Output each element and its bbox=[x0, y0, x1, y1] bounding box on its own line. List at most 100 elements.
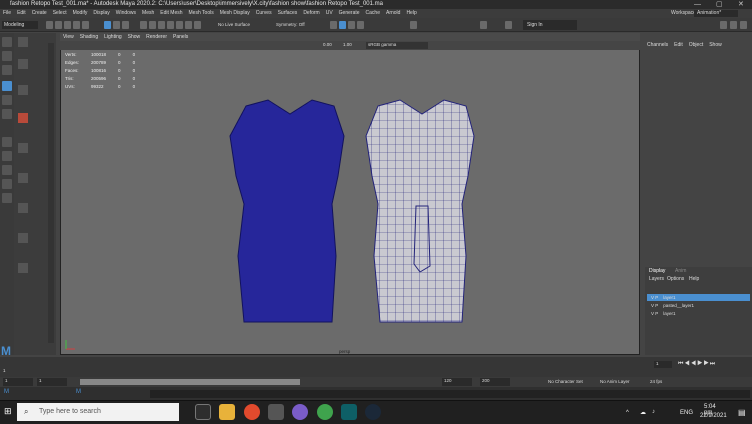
layer-row[interactable]: V P layer1 bbox=[647, 294, 750, 301]
volume-icon[interactable]: ♪ bbox=[652, 409, 655, 415]
language-indicator[interactable]: ENG bbox=[680, 410, 693, 416]
anim-layer-dropdown[interactable]: No Anim Layer bbox=[600, 379, 630, 384]
hypershade-icon[interactable] bbox=[357, 21, 364, 29]
snap-surface-icon[interactable] bbox=[176, 21, 183, 29]
coord-x-field[interactable] bbox=[480, 21, 487, 29]
menu-windows[interactable]: Windows bbox=[113, 10, 139, 16]
layer-playback[interactable]: P bbox=[655, 295, 658, 300]
select-by-hierarchy-icon[interactable] bbox=[104, 21, 111, 29]
layer-visibility[interactable]: V bbox=[651, 295, 654, 300]
undo-icon[interactable] bbox=[73, 21, 80, 29]
tray-chevron-icon[interactable]: ^ bbox=[626, 410, 629, 416]
layer-row[interactable]: V P layer1 bbox=[647, 310, 750, 317]
minimize-button[interactable]: — bbox=[694, 0, 701, 9]
snap-grid-icon[interactable] bbox=[140, 21, 147, 29]
shelf-tool-5-icon[interactable] bbox=[18, 143, 28, 153]
menu-deform[interactable]: Deform bbox=[300, 10, 322, 16]
maximize-button[interactable]: ▢ bbox=[716, 0, 723, 9]
range-end-field[interactable]: 120 bbox=[442, 378, 472, 386]
sign-in-button[interactable]: Sign In bbox=[523, 20, 577, 30]
ipr-render-icon[interactable] bbox=[339, 21, 346, 29]
options-menu[interactable]: Options bbox=[667, 276, 684, 282]
shelf-tool-9-icon[interactable] bbox=[18, 263, 28, 273]
shelf-tool-1-icon[interactable] bbox=[18, 37, 28, 47]
tab-display[interactable]: Display bbox=[649, 268, 665, 274]
gamma-field[interactable]: 1.00 bbox=[343, 42, 352, 47]
symmetry-label[interactable]: Symmetry: Off bbox=[276, 22, 305, 27]
attribute-editor-icon[interactable] bbox=[730, 21, 737, 29]
chrome-icon[interactable] bbox=[244, 404, 260, 420]
snap-pivot-icon[interactable] bbox=[185, 21, 192, 29]
render-icon[interactable] bbox=[330, 21, 337, 29]
snap-curve-icon[interactable] bbox=[149, 21, 156, 29]
select-by-object-icon[interactable] bbox=[113, 21, 120, 29]
menu-surfaces[interactable]: Surfaces bbox=[275, 10, 301, 16]
single-view-icon[interactable] bbox=[2, 137, 12, 147]
open-scene-icon[interactable] bbox=[55, 21, 62, 29]
paint-select-icon[interactable] bbox=[2, 65, 12, 75]
fps-dropdown[interactable]: 24 fps bbox=[650, 379, 662, 384]
snap-point-icon[interactable] bbox=[158, 21, 165, 29]
workspace-dropdown[interactable]: Animation* bbox=[694, 10, 738, 17]
menu-curves[interactable]: Curves bbox=[253, 10, 275, 16]
shelf-tool-8-icon[interactable] bbox=[18, 233, 28, 243]
redo-icon[interactable] bbox=[82, 21, 89, 29]
layer-visibility[interactable]: V bbox=[651, 311, 654, 316]
maya-tab-icon-2[interactable]: M bbox=[76, 389, 81, 395]
persp-graph-icon[interactable] bbox=[2, 179, 12, 189]
shelf-tool-2-icon[interactable] bbox=[18, 59, 28, 69]
move-tool-icon[interactable] bbox=[2, 81, 12, 91]
menu-arnold[interactable]: Arnold bbox=[383, 10, 403, 16]
select-tool-icon[interactable] bbox=[2, 37, 12, 47]
photos-icon[interactable] bbox=[268, 404, 284, 420]
snap-view-icon[interactable] bbox=[167, 21, 174, 29]
layer-row[interactable]: V P pasted__layer1 bbox=[647, 302, 750, 309]
live-surface-label[interactable]: No Live Surface bbox=[218, 22, 250, 27]
menu-create[interactable]: Create bbox=[29, 10, 50, 16]
transform-mode-icon[interactable] bbox=[410, 21, 417, 29]
network-icon[interactable]: ☁ bbox=[640, 409, 646, 416]
vp-menu-view[interactable]: View bbox=[60, 34, 77, 40]
maya-tab-icon[interactable]: M bbox=[4, 389, 9, 395]
menu-help[interactable]: Help bbox=[403, 10, 419, 16]
vp-menu-shading[interactable]: Shading bbox=[77, 34, 101, 40]
playback-controls[interactable]: ⏮◀◀▶▶⏭ bbox=[678, 361, 716, 368]
anim-start-field[interactable]: 1 bbox=[3, 378, 33, 386]
maya-taskbar-icon[interactable] bbox=[341, 404, 357, 420]
outliner-icon[interactable] bbox=[2, 193, 12, 203]
new-scene-icon[interactable] bbox=[46, 21, 53, 29]
show-menu[interactable]: Show bbox=[706, 42, 725, 48]
shelf-tool-7-icon[interactable] bbox=[18, 203, 28, 213]
windows-start-icon[interactable]: ⊞ bbox=[4, 406, 14, 416]
save-scene-icon[interactable] bbox=[64, 21, 71, 29]
mel-input[interactable] bbox=[150, 390, 750, 398]
layer-playback[interactable]: P bbox=[655, 311, 658, 316]
menu-mesh-display[interactable]: Mesh Display bbox=[217, 10, 253, 16]
range-bar[interactable] bbox=[80, 379, 300, 385]
menu-mesh-tools[interactable]: Mesh Tools bbox=[186, 10, 217, 16]
clock-date[interactable]: 22/9/2021 bbox=[700, 413, 727, 419]
task-view-icon[interactable] bbox=[195, 404, 211, 420]
layer-visibility[interactable]: V bbox=[651, 303, 654, 308]
modeling-toolkit-icon[interactable] bbox=[720, 21, 727, 29]
shelf-tabs-strip[interactable] bbox=[48, 43, 54, 343]
object-menu[interactable]: Object bbox=[686, 42, 706, 48]
vp-menu-show[interactable]: Show bbox=[125, 34, 144, 40]
exposure-field[interactable]: 0.00 bbox=[323, 42, 332, 47]
time-slider[interactable]: 1 1 ⏮◀◀▶▶⏭ bbox=[0, 357, 752, 377]
menu-file[interactable]: File bbox=[0, 10, 14, 16]
menu-cache[interactable]: Cache bbox=[363, 10, 383, 16]
layer-playback[interactable]: P bbox=[655, 303, 658, 308]
range-start-field[interactable]: 1 bbox=[37, 378, 67, 386]
rotate-tool-icon[interactable] bbox=[2, 95, 12, 105]
taskbar-search-box[interactable]: ⌕ Type here to search bbox=[17, 403, 179, 421]
scale-tool-icon[interactable] bbox=[2, 109, 12, 119]
menu-select[interactable]: Select bbox=[50, 10, 70, 16]
color-space-dropdown[interactable]: sRGB gamma bbox=[366, 42, 428, 49]
render-settings-icon[interactable] bbox=[348, 21, 355, 29]
menu-edit[interactable]: Edit bbox=[14, 10, 29, 16]
menu-display[interactable]: Display bbox=[90, 10, 112, 16]
mode-dropdown[interactable]: Modeling bbox=[2, 21, 38, 29]
close-button[interactable]: ✕ bbox=[738, 0, 744, 9]
steam-icon[interactable] bbox=[365, 404, 381, 420]
